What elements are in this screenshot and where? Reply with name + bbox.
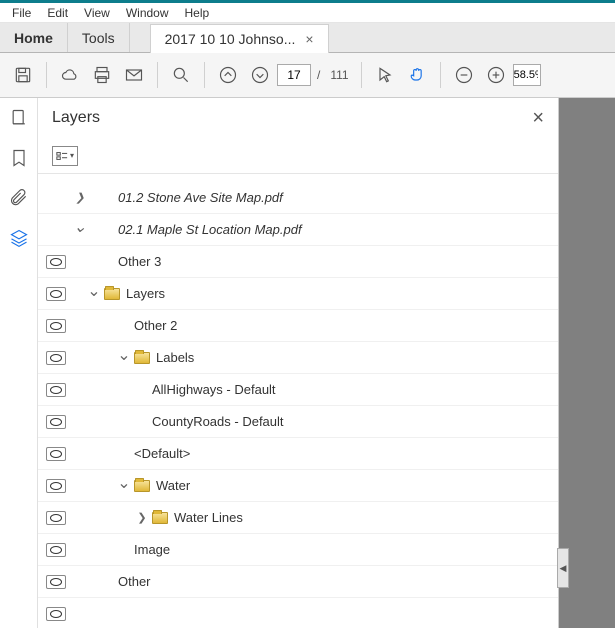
visibility-icon[interactable] (46, 255, 66, 269)
panel-options-dropdown[interactable] (52, 146, 78, 166)
close-tab-icon[interactable]: × (305, 31, 313, 47)
tree-row-folder[interactable]: Labels (38, 342, 558, 374)
tree-row-file[interactable]: 02.1 Maple St Location Map.pdf (38, 214, 558, 246)
menu-view[interactable]: View (76, 6, 118, 20)
visibility-icon[interactable] (46, 511, 66, 525)
page-separator: / (313, 68, 324, 82)
page-up-icon[interactable] (213, 60, 243, 90)
panel-close-icon[interactable]: × (532, 107, 544, 130)
chevron-down-icon[interactable] (86, 286, 102, 302)
menu-file[interactable]: File (4, 6, 39, 20)
menu-edit[interactable]: Edit (39, 6, 76, 20)
thumbnails-icon[interactable] (7, 106, 31, 130)
document-view[interactable]: ◀ (559, 98, 615, 628)
tree-row-folder[interactable]: Water Lines (38, 502, 558, 534)
chevron-down-icon[interactable] (116, 350, 132, 366)
collapse-panel-icon[interactable]: ◀ (557, 548, 569, 588)
visibility-icon[interactable] (46, 575, 66, 589)
layers-tree[interactable]: 01.2 Stone Ave Site Map.pdf 02.1 Maple S… (38, 174, 558, 628)
tab-document-label: 2017 10 10 Johnso... (165, 31, 296, 47)
visibility-icon[interactable] (46, 607, 66, 621)
tree-row-file[interactable]: 01.2 Stone Ave Site Map.pdf (38, 182, 558, 214)
visibility-icon[interactable] (46, 415, 66, 429)
menubar: File Edit View Window Help (0, 3, 615, 23)
chevron-right-icon[interactable] (134, 510, 150, 526)
visibility-icon[interactable] (46, 447, 66, 461)
visibility-icon[interactable] (46, 543, 66, 557)
tab-home[interactable]: Home (0, 23, 68, 52)
chevron-right-icon[interactable] (72, 190, 88, 206)
sidebar (0, 98, 38, 628)
visibility-icon[interactable] (46, 351, 66, 365)
folder-icon (104, 288, 120, 300)
hand-icon[interactable] (402, 60, 432, 90)
folder-icon (134, 480, 150, 492)
pointer-icon[interactable] (370, 60, 400, 90)
zoom-in-icon[interactable] (481, 60, 511, 90)
attachment-icon[interactable] (7, 186, 31, 210)
tabbar: Home Tools 2017 10 10 Johnso... × (0, 23, 615, 53)
tree-row-layer[interactable]: Other (38, 566, 558, 598)
page-total: 111 (326, 68, 352, 82)
layers-panel: Layers × 01.2 Stone Ave Site Map.pdf 02.… (38, 98, 559, 628)
chevron-down-icon[interactable] (72, 222, 88, 238)
visibility-icon[interactable] (46, 287, 66, 301)
bookmark-icon[interactable] (7, 146, 31, 170)
cloud-icon[interactable] (55, 60, 85, 90)
menu-help[interactable]: Help (177, 6, 218, 20)
visibility-icon[interactable] (46, 319, 66, 333)
page-number-input[interactable] (277, 64, 311, 86)
tree-row-layer[interactable]: Image (38, 534, 558, 566)
mail-icon[interactable] (119, 60, 149, 90)
tab-document[interactable]: 2017 10 10 Johnso... × (150, 24, 329, 53)
menu-window[interactable]: Window (118, 6, 177, 20)
tree-row-folder[interactable]: Water (38, 470, 558, 502)
zoom-out-icon[interactable] (449, 60, 479, 90)
tree-row-layer[interactable]: CountyRoads - Default (38, 406, 558, 438)
tree-row-layer[interactable]: <Default> (38, 438, 558, 470)
page-down-icon[interactable] (245, 60, 275, 90)
visibility-icon[interactable] (46, 479, 66, 493)
tree-row-layer[interactable]: Other 3 (38, 246, 558, 278)
folder-icon (134, 352, 150, 364)
print-icon[interactable] (87, 60, 117, 90)
tree-row-folder[interactable]: Layers (38, 278, 558, 310)
zoom-input[interactable] (513, 64, 541, 86)
main-area: Layers × 01.2 Stone Ave Site Map.pdf 02.… (0, 98, 615, 628)
tree-row-empty (38, 598, 558, 628)
tab-tools[interactable]: Tools (68, 23, 130, 52)
folder-icon (152, 512, 168, 524)
chevron-down-icon[interactable] (116, 478, 132, 494)
panel-title: Layers (52, 109, 100, 127)
layers-icon[interactable] (7, 226, 31, 250)
panel-options-bar (38, 138, 558, 174)
toolbar: / 111 (0, 53, 615, 98)
search-icon[interactable] (166, 60, 196, 90)
save-icon[interactable] (8, 60, 38, 90)
tree-row-layer[interactable]: AllHighways - Default (38, 374, 558, 406)
tree-row-layer[interactable]: Other 2 (38, 310, 558, 342)
visibility-icon[interactable] (46, 383, 66, 397)
panel-header: Layers × (38, 98, 558, 138)
